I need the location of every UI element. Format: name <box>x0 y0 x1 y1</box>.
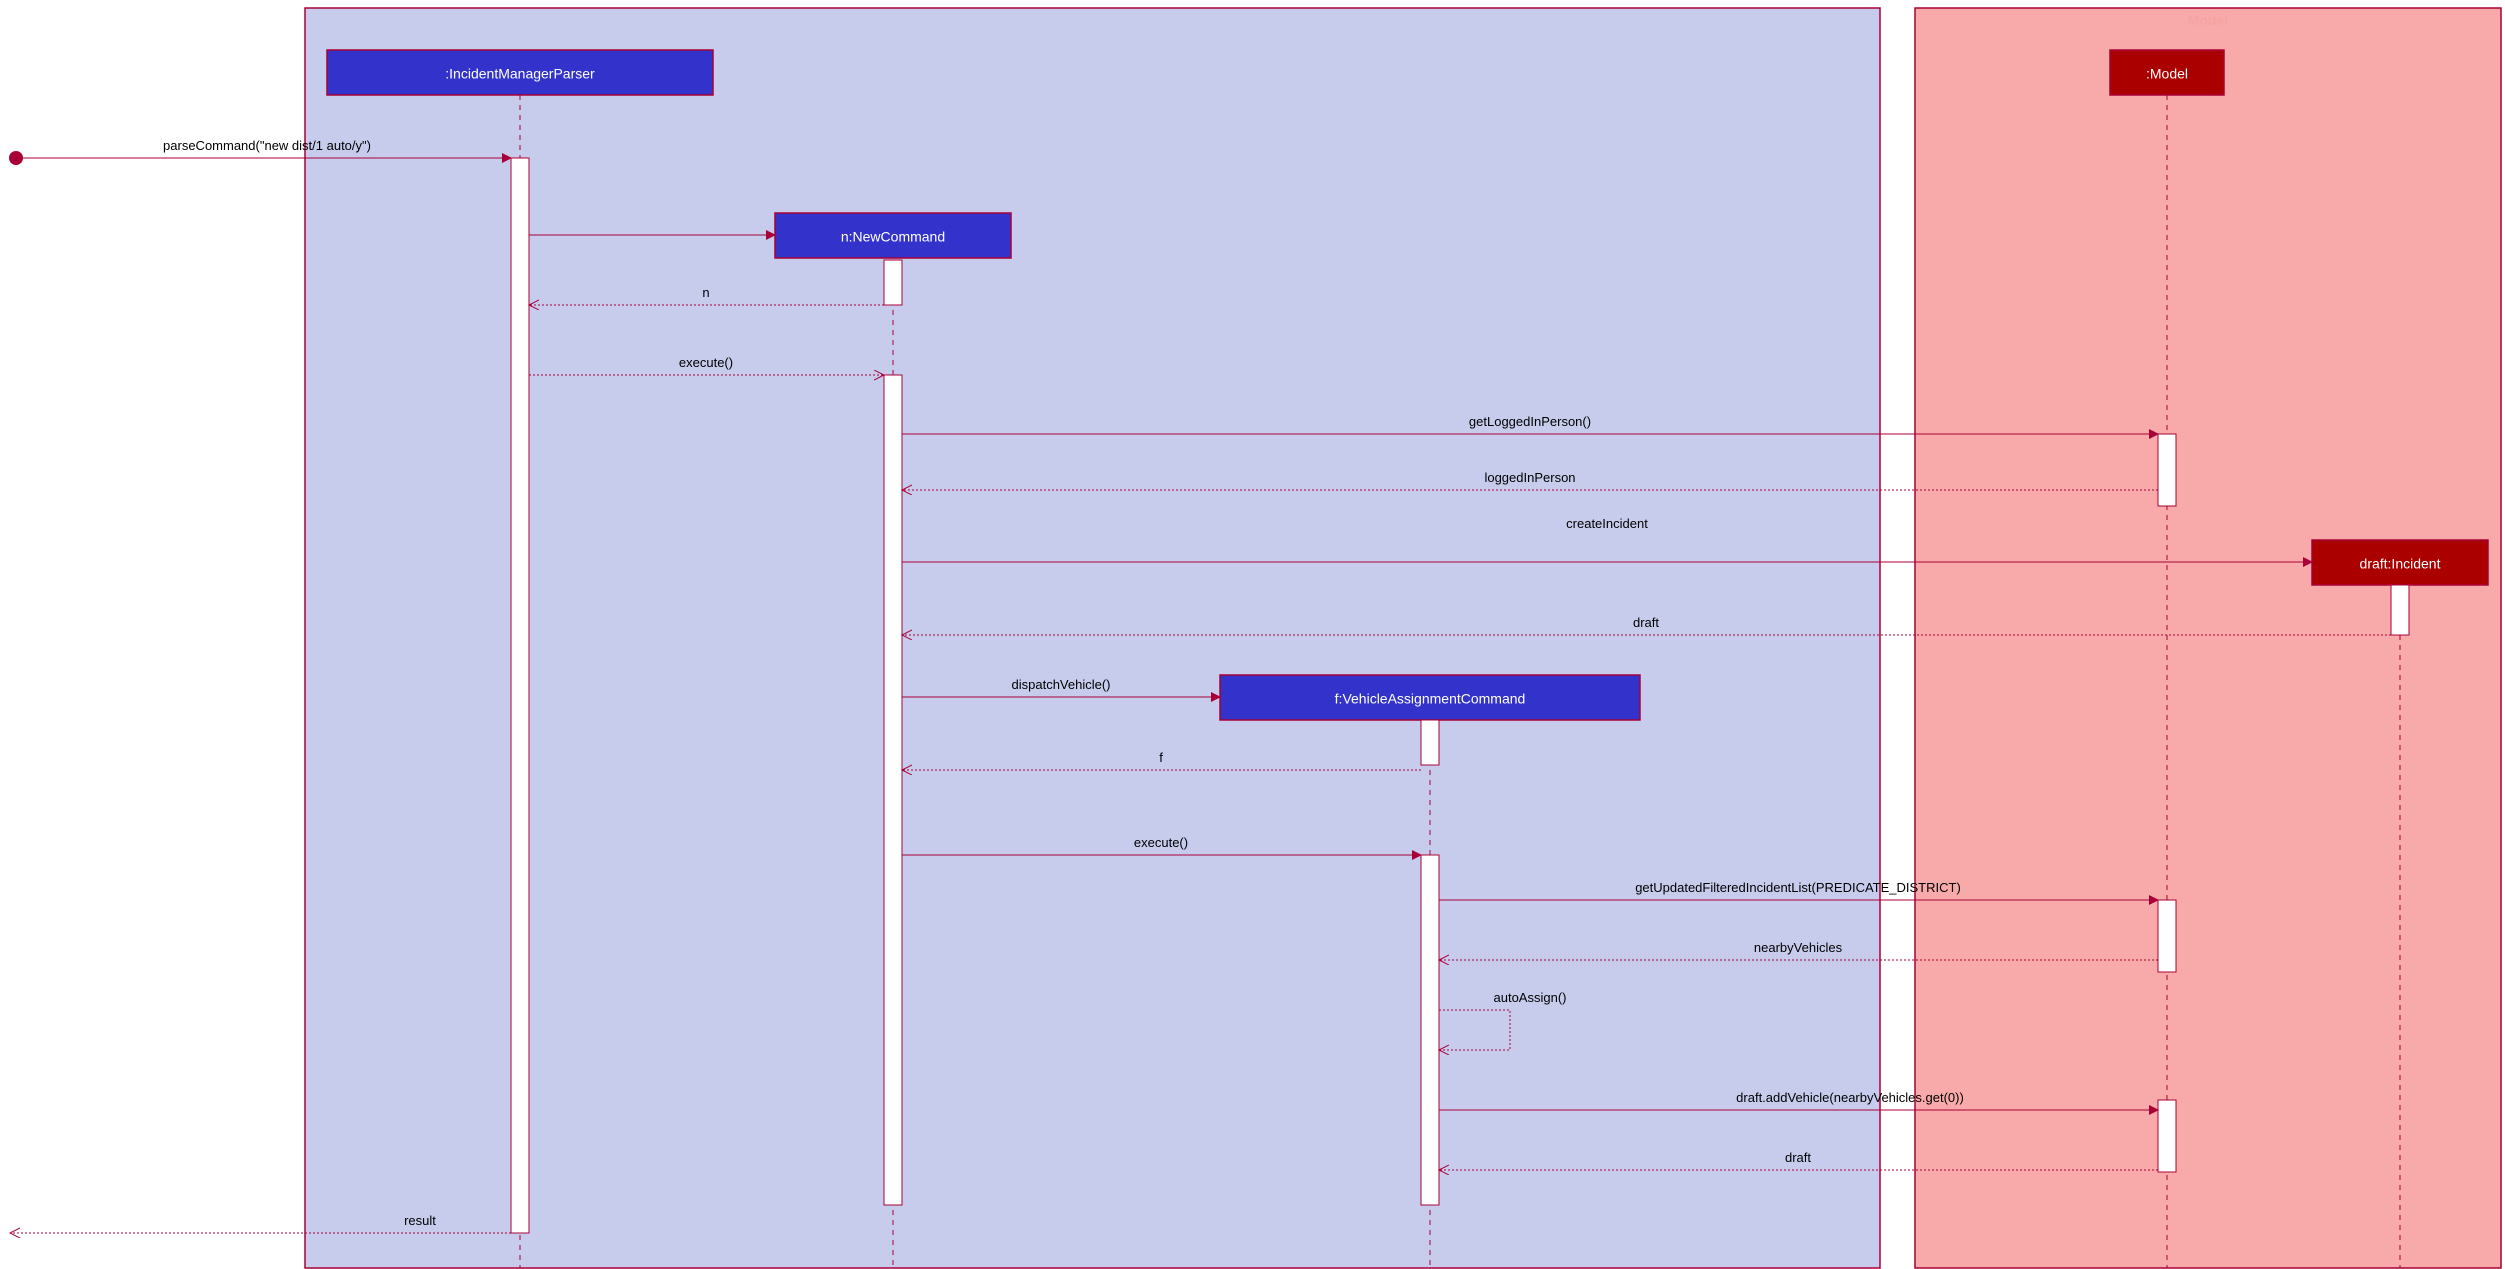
found-message-dot <box>9 151 23 165</box>
label-getfiltered: getUpdatedFilteredIncidentList(PREDICATE… <box>1635 880 1961 895</box>
activation-vac-execute <box>1421 855 1439 1205</box>
label-loggedin: loggedInPerson <box>1484 470 1575 485</box>
label-getloggedin: getLoggedInPerson() <box>1469 414 1591 429</box>
frame-logic-title: Logic <box>1073 12 1111 28</box>
label-draft-2: draft <box>1785 1150 1811 1165</box>
label-n: n <box>702 285 709 300</box>
svg-text:n:NewCommand: n:NewCommand <box>841 229 945 245</box>
frame-logic: Logic <box>305 8 1880 1268</box>
sequence-diagram: Logic Model :IncidentManagerParser n:New… <box>0 0 2505 1269</box>
label-execute-2: execute() <box>1134 835 1188 850</box>
svg-text::IncidentManagerParser: :IncidentManagerParser <box>445 66 595 82</box>
activation-incident-1 <box>2391 585 2409 635</box>
label-autoassign: autoAssign() <box>1494 990 1567 1005</box>
label-dispatchvehicle: dispatchVehicle() <box>1012 677 1111 692</box>
svg-text::Model: :Model <box>2146 66 2188 82</box>
activation-parser <box>511 158 529 1233</box>
svg-text:draft:Incident: draft:Incident <box>2360 556 2441 572</box>
participant-newcmd: n:NewCommand <box>775 213 1011 258</box>
label-f: f <box>1159 750 1163 765</box>
svg-text:f:VehicleAssignmentCommand: f:VehicleAssignmentCommand <box>1335 691 1526 707</box>
activation-newcmd-execute <box>884 375 902 1205</box>
participant-model: :Model <box>2110 50 2224 95</box>
activation-model-3 <box>2158 1100 2176 1172</box>
activation-model-2 <box>2158 900 2176 972</box>
label-addvehicle: draft.addVehicle(nearbyVehicles.get(0)) <box>1736 1090 1964 1105</box>
label-result: result <box>404 1213 436 1228</box>
frame-model-title: Model <box>2188 12 2228 28</box>
frame-model: Model <box>1915 8 2501 1268</box>
label-execute-1: execute() <box>679 355 733 370</box>
activation-model-1 <box>2158 434 2176 506</box>
participant-parser: :IncidentManagerParser <box>327 50 713 95</box>
activation-newcmd-create <box>884 260 902 305</box>
label-createincident: createIncident <box>1566 516 1648 531</box>
participant-incident: draft:Incident <box>2312 540 2488 585</box>
label-nearby: nearbyVehicles <box>1754 940 1843 955</box>
activation-vac-create <box>1421 720 1439 765</box>
label-parsecommand: parseCommand("new dist/1 auto/y") <box>163 138 371 153</box>
participant-vac: f:VehicleAssignmentCommand <box>1220 675 1640 720</box>
label-draft: draft <box>1633 615 1659 630</box>
